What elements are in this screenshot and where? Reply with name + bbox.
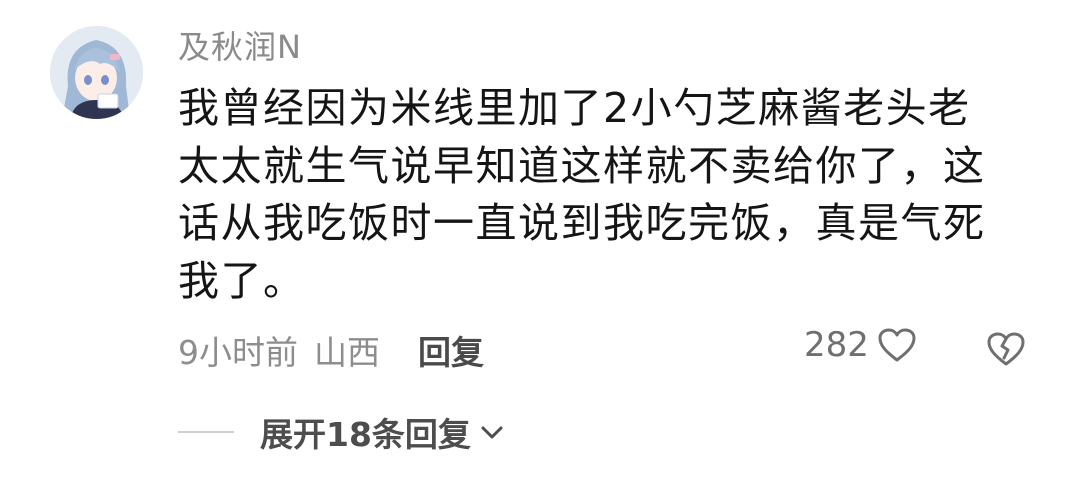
chevron-down-icon (481, 426, 503, 439)
timestamp: 9小时前 (178, 333, 298, 372)
comment-line: 我了。 (178, 256, 306, 305)
avatar[interactable] (50, 26, 143, 119)
dislike-button[interactable] (986, 331, 1026, 371)
expand-replies-label: 展开18条回复 (260, 415, 471, 454)
comment-line: 话从我吃饭时一直说到我吃完饭，真是气死 (178, 199, 986, 247)
username[interactable]: 及秋润N (178, 22, 302, 68)
comment-meta: 9小时前 山西 回复 (178, 326, 484, 374)
like-button[interactable]: 282 (804, 325, 917, 365)
comment-text: 我曾经因为米线里加了2小勺芝麻酱老头老 太太就生气说早知道这样就不卖给你了，这 … (178, 80, 1038, 310)
heart-outline-icon (878, 328, 916, 362)
location: 山西 (314, 333, 380, 372)
expand-replies-button[interactable]: 展开18条回复 (178, 408, 505, 456)
comment-line: 太太就生气说早知道这样就不卖给你了，这 (178, 141, 986, 190)
broken-heart-icon (987, 332, 1025, 366)
comment-line: 我曾经因为米线里加了2小勺芝麻酱老头老 (178, 84, 971, 132)
reply-button[interactable]: 回复 (418, 326, 484, 374)
divider-line (178, 431, 234, 433)
like-count: 282 (804, 325, 869, 365)
